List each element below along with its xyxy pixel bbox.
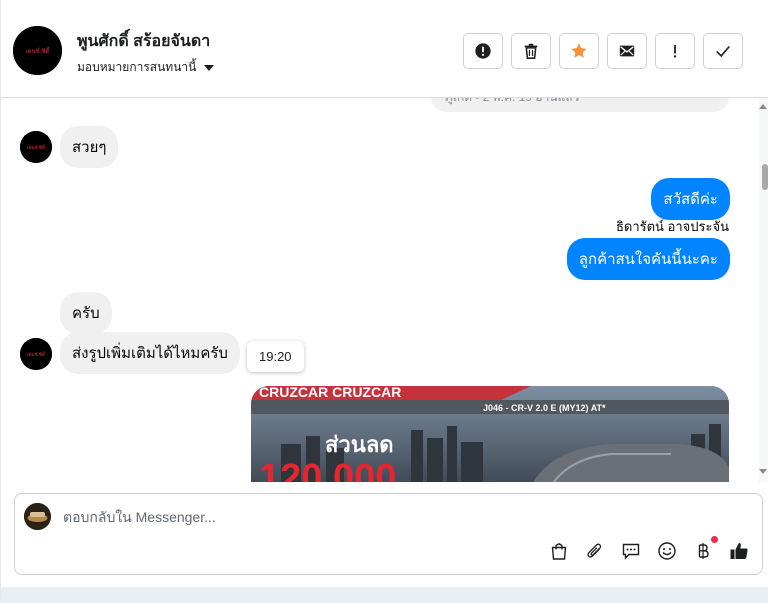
conversation-header: เดนซ์ ซิตี้ พูนศักดิ์ สร้อยจันดา มอบหมาย… [1, 0, 768, 98]
promo-text: ส่วนลด [325, 432, 394, 457]
incoming-message[interactable]: ส่งรูปเพิ่มเติมได้ไหมครับ [60, 332, 240, 374]
envelope-icon [619, 45, 635, 57]
delete-button[interactable] [511, 33, 551, 69]
bottom-strip [1, 587, 768, 603]
reply-composer [14, 493, 763, 575]
mark-unread-button[interactable] [607, 33, 647, 69]
promo-amount: 120,000 [259, 457, 396, 482]
clipped-previous-message: ภูเก็ต - 2 พ.ค. 19 อ่านแล้ว [431, 98, 729, 112]
avatar-logo-text: เดนซ์ ซิตี้ [27, 144, 46, 150]
emoji-button[interactable] [656, 540, 678, 562]
reply-input[interactable] [63, 504, 663, 530]
timestamp-tooltip: 19:20 [247, 341, 304, 372]
emoji-icon [658, 542, 676, 560]
payment-button[interactable] [692, 536, 718, 562]
contact-avatar-small[interactable]: เดนซ์ ซิตี้ [20, 131, 52, 163]
conversation-actions [463, 33, 743, 69]
outgoing-message[interactable]: สวัสดีค่ะ [651, 178, 730, 220]
star-button[interactable] [559, 33, 599, 69]
attach-file-button[interactable] [584, 540, 606, 562]
shopping-bag-icon [551, 543, 567, 560]
page-avatar [24, 503, 51, 530]
composer-tools [548, 536, 750, 562]
scroll-down-arrow[interactable] [759, 469, 767, 474]
scroll-thumb[interactable] [762, 164, 768, 190]
star-icon [571, 43, 587, 58]
trash-icon [524, 43, 538, 59]
scroll-up-arrow[interactable] [759, 104, 767, 109]
assign-conversation-dropdown[interactable]: มอบหมายการสนทนานี้ [77, 58, 215, 77]
message-thread[interactable]: ภูเก็ต - 2 พ.ค. 19 อ่านแล้ว เดนซ์ ซิตี้ … [1, 98, 768, 482]
outgoing-message[interactable]: ลูกค้าสนใจคันนี้นะคะ [566, 238, 730, 280]
important-button[interactable] [655, 33, 695, 69]
assign-label: มอบหมายการสนทนานี้ [77, 60, 197, 74]
like-button[interactable] [728, 540, 750, 562]
sender-name: ธิดารัตน์ อาจประจัน [615, 219, 729, 234]
saved-replies-button[interactable] [620, 540, 642, 562]
report-spam-button[interactable] [463, 33, 503, 69]
messenger-conversation-panel: เดนซ์ ซิตี้ พูนศักดิ์ สร้อยจันดา มอบหมาย… [0, 0, 768, 603]
image-attachment[interactable]: CRUZCAR CRUZCAR J046 - CR-V 2.0 E (MY12)… [251, 386, 729, 482]
saved-reply-icon [622, 543, 640, 560]
notification-dot [711, 536, 718, 543]
avatar-logo-text: เดนซ์ ซิตี้ [27, 351, 46, 357]
incoming-message[interactable]: ครับ [60, 292, 112, 334]
thumbs-up-icon [730, 543, 748, 559]
contact-avatar[interactable]: เดนซ์ ซิตี้ [13, 26, 62, 75]
exclamation-icon [673, 44, 677, 58]
mark-done-button[interactable] [703, 33, 743, 69]
model-text: J046 - CR-V 2.0 E (MY12) AT* [483, 403, 606, 413]
banner-text: CRUZCAR CRUZCAR [259, 386, 401, 400]
chevron-down-icon [204, 64, 215, 71]
check-icon [716, 45, 730, 58]
incoming-message[interactable]: สวยๆ [60, 126, 119, 168]
baht-payment-icon [698, 543, 709, 559]
contact-avatar-small[interactable]: เดนซ์ ซิตี้ [20, 338, 52, 370]
paperclip-icon [587, 543, 602, 558]
shopping-bag-button[interactable] [548, 540, 570, 562]
alert-circle-icon [475, 43, 491, 59]
chat-scrollbar[interactable] [759, 98, 768, 482]
contact-name[interactable]: พูนศักดิ์ สร้อยจันดา [77, 29, 210, 54]
